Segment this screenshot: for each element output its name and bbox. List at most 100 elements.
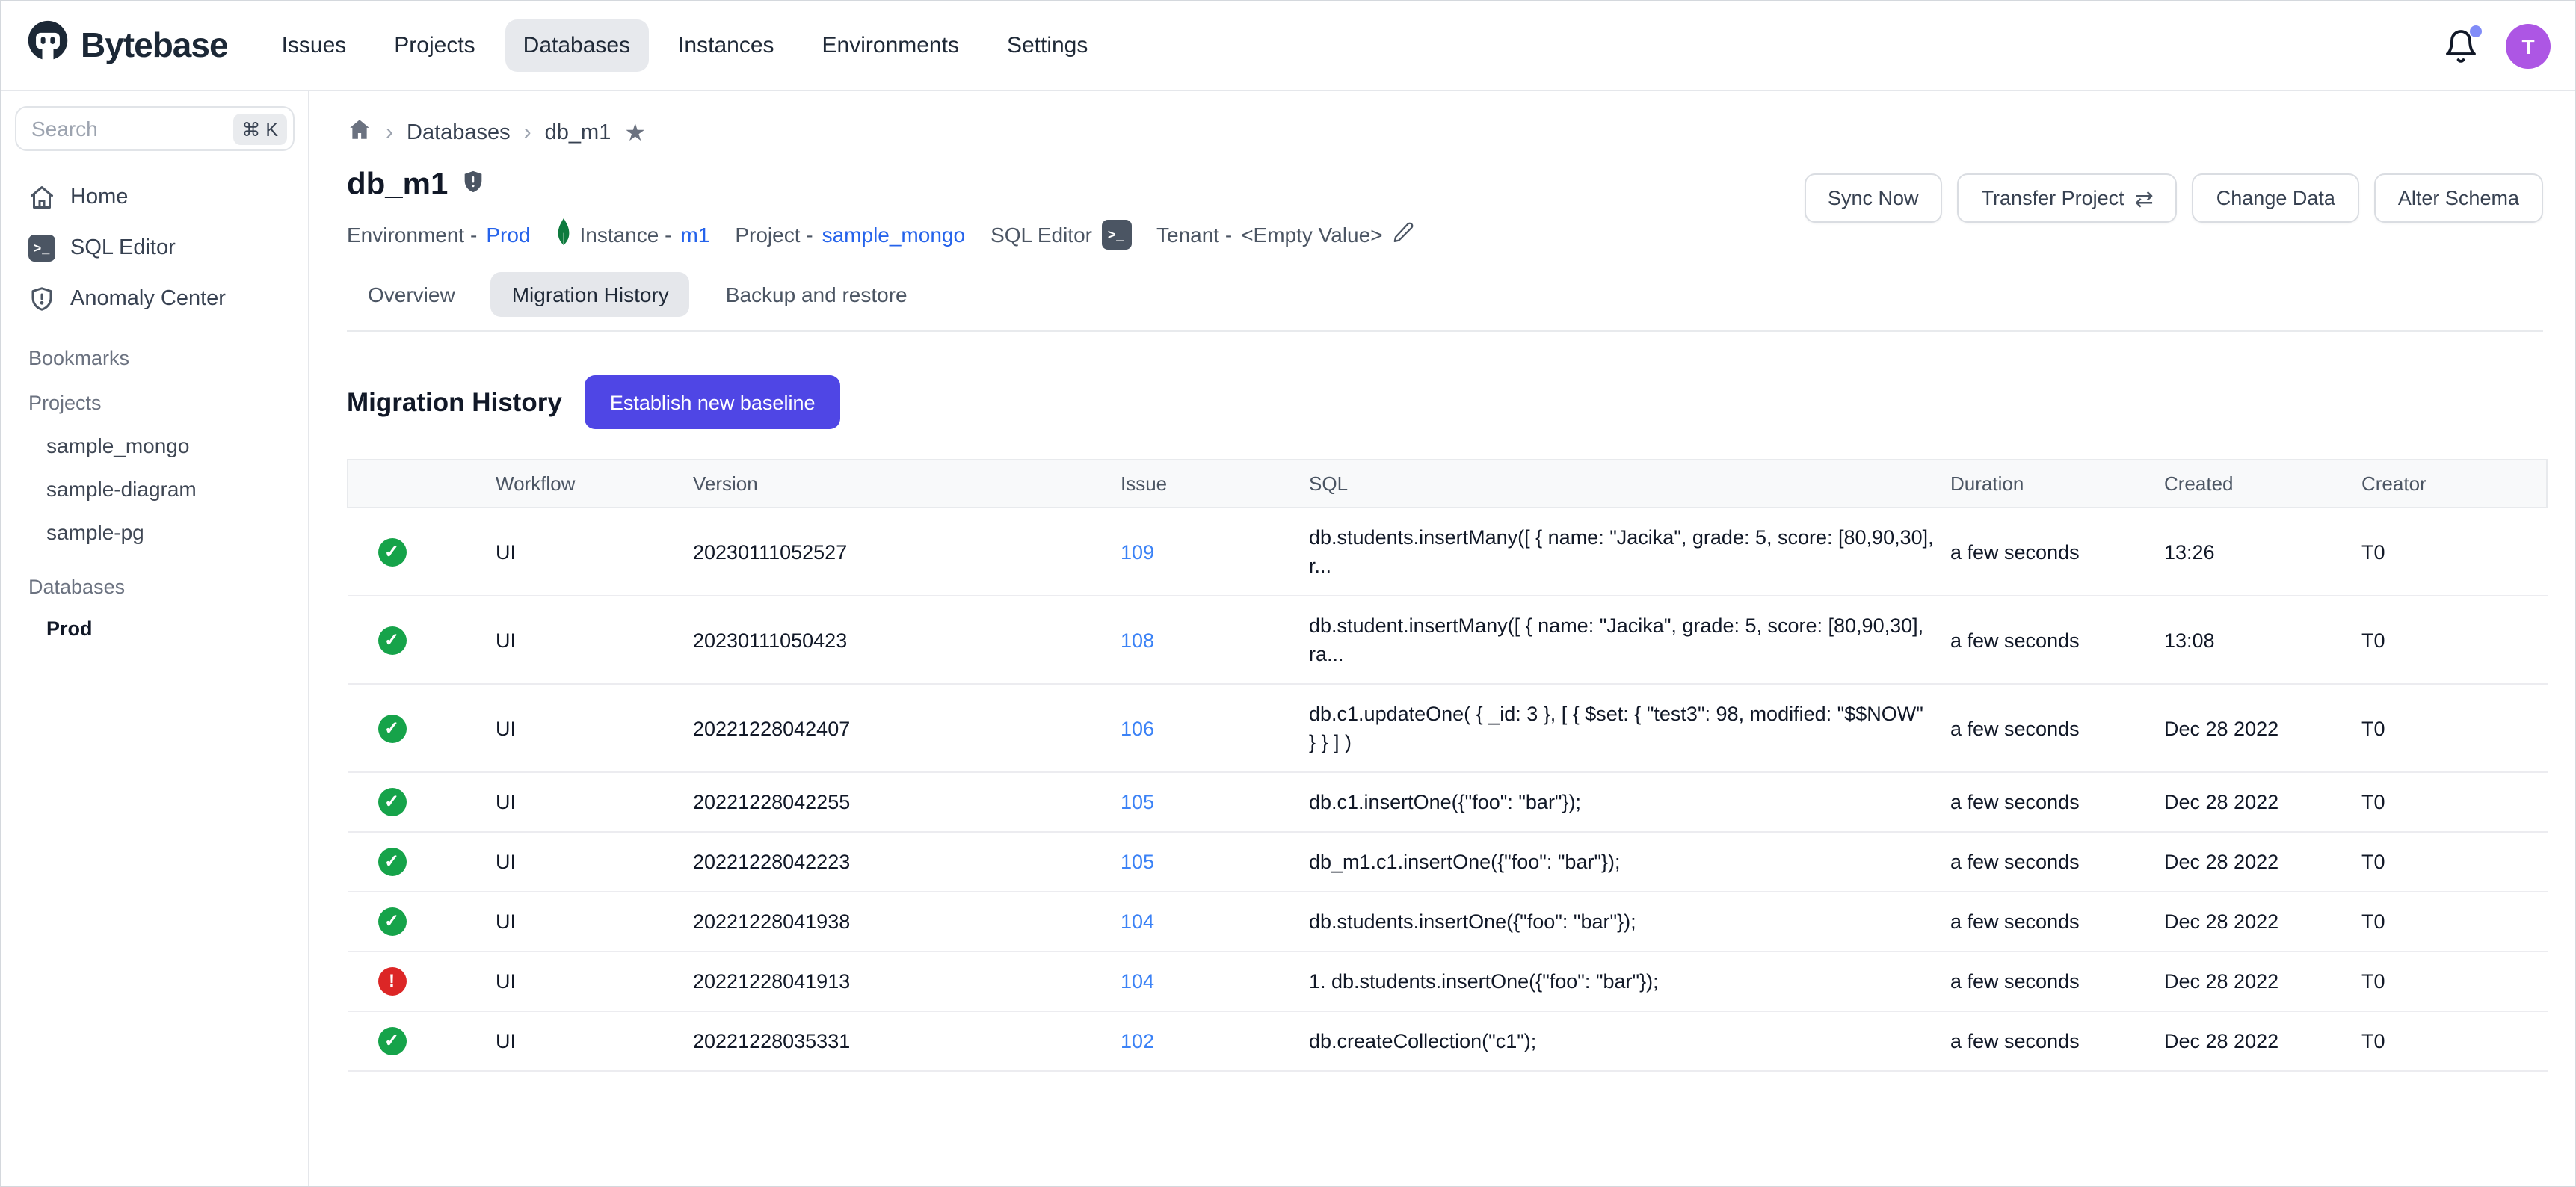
sync-now-button[interactable]: Sync Now <box>1804 173 1943 223</box>
notification-bell-icon[interactable] <box>2443 28 2479 64</box>
tab-migration-history[interactable]: Migration History <box>491 272 690 317</box>
table-row[interactable]: UI 20221228041913 104 1. db.students.ins… <box>348 952 2547 1011</box>
nav-projects[interactable]: Projects <box>376 19 493 72</box>
sidebar-item-label: Home <box>70 185 128 209</box>
tab-backup-and-restore[interactable]: Backup and restore <box>705 272 928 317</box>
home-breadcrumb-icon[interactable] <box>347 117 372 148</box>
workflow-cell: UI <box>496 596 693 684</box>
bytebase-logo-icon <box>25 19 70 72</box>
search-input[interactable] <box>31 117 232 141</box>
tenant-label: Tenant - <box>1156 222 1232 246</box>
nav-databases[interactable]: Databases <box>505 19 648 72</box>
creator-cell: T0 <box>2361 1011 2547 1071</box>
creator-cell: T0 <box>2361 596 2547 684</box>
table-row[interactable]: UI 20221228042407 106 db.c1.updateOne( {… <box>348 684 2547 772</box>
table-row[interactable]: UI 20230111052527 109 db.students.insert… <box>348 508 2547 596</box>
establish-new-baseline-button[interactable]: Establish new baseline <box>585 375 841 429</box>
sidebar-item-home[interactable]: Home <box>1 172 308 223</box>
alter-schema-button[interactable]: Alter Schema <box>2374 173 2543 223</box>
sidebar-section-bookmarks: Bookmarks <box>1 347 308 369</box>
notification-dot <box>2470 25 2482 37</box>
search-box[interactable]: ⌘ K <box>15 106 295 151</box>
version-cell: 20221228041938 <box>693 892 1121 952</box>
sql-editor-meta[interactable]: SQL Editor >_ <box>990 219 1131 249</box>
workflow-cell: UI <box>496 832 693 892</box>
col-creator: Creator <box>2361 460 2547 508</box>
tenant-value: <Empty Value> <box>1241 222 1382 246</box>
status-failed-icon <box>378 967 406 996</box>
header-actions: Sync Now Transfer Project ⇄ Change Data … <box>1804 173 2543 223</box>
duration-cell: a few seconds <box>1950 508 2164 596</box>
user-avatar[interactable]: T <box>2506 23 2551 68</box>
sql-cell: db.c1.updateOne( { _id: 3 }, [ { $set: {… <box>1309 684 1950 772</box>
mongodb-leaf-icon <box>555 218 570 250</box>
table-row[interactable]: UI 20230111050423 108 db.student.insertM… <box>348 596 2547 684</box>
star-icon[interactable]: ★ <box>624 117 646 147</box>
col-sql: SQL <box>1309 460 1950 508</box>
duration-cell: a few seconds <box>1950 596 2164 684</box>
environment-label: Environment - <box>347 222 477 246</box>
workflow-cell: UI <box>496 508 693 596</box>
nav-issues[interactable]: Issues <box>264 19 365 72</box>
table-row[interactable]: UI 20221228042223 105 db_m1.c1.insertOne… <box>348 832 2547 892</box>
issue-link[interactable]: 102 <box>1121 1030 1154 1052</box>
sidebar-item-anomaly-center[interactable]: Anomaly Center <box>1 274 308 324</box>
section-title: Migration History <box>347 386 562 418</box>
sql-cell: 1. db.students.insertOne({"foo": "bar"})… <box>1309 952 1950 1011</box>
sidebar-project-sample-diagram[interactable]: sample-diagram <box>1 466 308 510</box>
issue-link[interactable]: 104 <box>1121 910 1154 933</box>
col-version: Version <box>693 460 1121 508</box>
col-created: Created <box>2164 460 2361 508</box>
terminal-icon: >_ <box>28 235 55 262</box>
creator-cell: T0 <box>2361 892 2547 952</box>
table-row[interactable]: UI 20221228035331 102 db.createCollectio… <box>348 1011 2547 1071</box>
environment-link[interactable]: Prod <box>486 222 530 246</box>
pencil-edit-icon[interactable] <box>1392 221 1414 247</box>
swap-arrows-icon: ⇄ <box>2135 185 2154 212</box>
version-cell: 20221228042255 <box>693 772 1121 832</box>
terminal-icon: >_ <box>1101 219 1131 249</box>
nav-settings[interactable]: Settings <box>989 19 1106 72</box>
nav-instances[interactable]: Instances <box>660 19 792 72</box>
sql-cell: db.students.insertMany([ { name: "Jacika… <box>1309 508 1950 596</box>
instance-link[interactable]: m1 <box>680 222 709 246</box>
project-label: Project - <box>735 222 813 246</box>
change-data-button[interactable]: Change Data <box>2193 173 2359 223</box>
status-success-icon <box>378 537 406 566</box>
sidebar-item-label: Anomaly Center <box>70 287 226 311</box>
workflow-cell: UI <box>496 952 693 1011</box>
project-link[interactable]: sample_mongo <box>822 222 965 246</box>
breadcrumb-db-m1[interactable]: db_m1 <box>545 120 611 144</box>
brand-logo[interactable]: Bytebase <box>25 19 228 72</box>
top-navbar: Bytebase Issues Projects Databases Insta… <box>1 1 2575 91</box>
issue-link[interactable]: 109 <box>1121 540 1154 563</box>
sidebar-project-sample-mongo[interactable]: sample_mongo <box>1 423 308 466</box>
nav-environments[interactable]: Environments <box>804 19 977 72</box>
col-duration: Duration <box>1950 460 2164 508</box>
issue-link[interactable]: 105 <box>1121 851 1154 873</box>
issue-link[interactable]: 104 <box>1121 970 1154 993</box>
table-row[interactable]: UI 20221228042255 105 db.c1.insertOne({"… <box>348 772 2547 832</box>
sql-cell: db.students.insertOne({"foo": "bar"}); <box>1309 892 1950 952</box>
issue-link[interactable]: 108 <box>1121 629 1154 651</box>
breadcrumb-databases[interactable]: Databases <box>407 120 511 144</box>
creator-cell: T0 <box>2361 952 2547 1011</box>
breadcrumb: › Databases › db_m1 ★ <box>347 117 2543 148</box>
sidebar-item-sql-editor[interactable]: >_ SQL Editor <box>1 223 308 274</box>
created-cell: Dec 28 2022 <box>2164 1011 2361 1071</box>
transfer-project-button[interactable]: Transfer Project ⇄ <box>1958 173 2178 223</box>
tab-overview[interactable]: Overview <box>347 272 476 317</box>
version-cell: 20221228042407 <box>693 684 1121 772</box>
workflow-cell: UI <box>496 1011 693 1071</box>
table-header-row: Workflow Version Issue SQL Duration Crea… <box>348 460 2547 508</box>
sidebar-database-prod[interactable]: Prod <box>1 607 308 650</box>
issue-link[interactable]: 106 <box>1121 717 1154 739</box>
status-success-icon <box>378 907 406 936</box>
table-row[interactable]: UI 20221228041938 104 db.students.insert… <box>348 892 2547 952</box>
database-meta-row: Environment - Prod Instance - <box>347 218 1414 250</box>
status-success-icon <box>378 788 406 816</box>
sidebar-project-sample-pg[interactable]: sample-pg <box>1 510 308 553</box>
creator-cell: T0 <box>2361 684 2547 772</box>
issue-link[interactable]: 105 <box>1121 791 1154 813</box>
brand-name: Bytebase <box>81 25 228 66</box>
